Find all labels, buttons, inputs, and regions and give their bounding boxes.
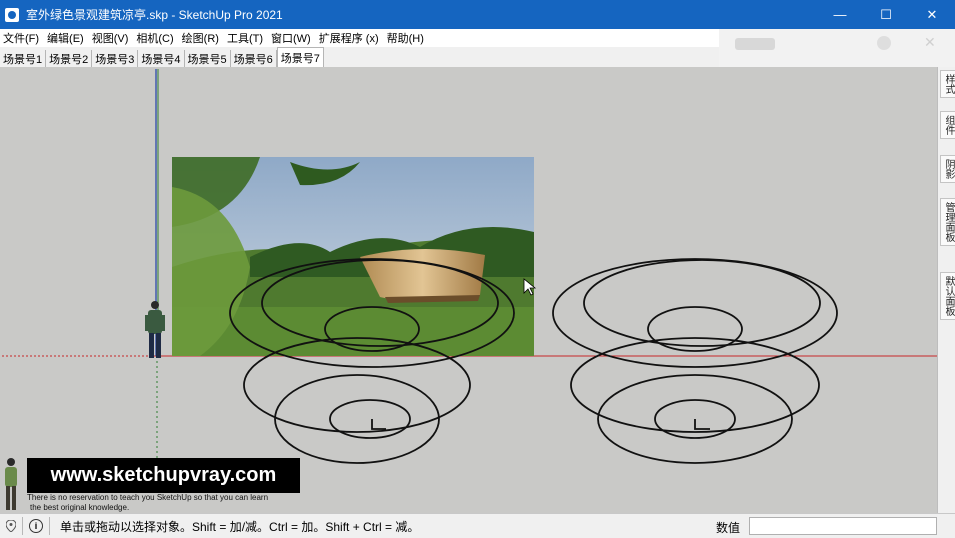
- location-pin-icon: [6, 520, 16, 532]
- window-controls: — ☐ ✕: [817, 0, 955, 29]
- scene-tab-1[interactable]: 场景号1: [0, 50, 47, 67]
- menu-tools[interactable]: 工具(T): [224, 30, 268, 46]
- floating-toolbar-ghost: ✕: [719, 29, 955, 67]
- sketchup-logo-icon: [5, 7, 19, 22]
- tray-tab-styles[interactable]: 样式: [940, 70, 955, 98]
- instructor-button[interactable]: i: [23, 519, 49, 533]
- scene-tab-6[interactable]: 场景号6: [230, 50, 277, 67]
- ghost-close-icon: ✕: [924, 34, 936, 50]
- default-tray: 样式 组件 阴影 管理面板 默认面板: [937, 67, 955, 513]
- scene-tab-bar: 场景号1 场景号2 场景号3 场景号4 场景号5 场景号6 场景号7: [0, 47, 719, 67]
- info-icon: i: [29, 519, 43, 533]
- maximize-button[interactable]: ☐: [863, 0, 909, 29]
- watermark-line-1: There is no reservation to teach you Ske…: [27, 493, 269, 502]
- menu-window[interactable]: 窗口(W): [268, 30, 316, 46]
- minimize-button[interactable]: —: [817, 0, 863, 29]
- watermark-url: www.sketchupvray.com: [27, 458, 300, 493]
- spiral-drawing-right[interactable]: [552, 258, 838, 464]
- scene-tab-2[interactable]: 场景号2: [46, 50, 93, 67]
- menu-help[interactable]: 帮助(H): [384, 30, 429, 46]
- menu-extensions[interactable]: 扩展程序 (x): [316, 30, 384, 46]
- menu-view[interactable]: 视图(V): [89, 30, 134, 46]
- tray-tab-default[interactable]: 默认面板: [940, 272, 955, 320]
- scene-tab-4[interactable]: 场景号4: [138, 50, 185, 67]
- scene-tab-7[interactable]: 场景号7: [276, 47, 324, 67]
- scene-tab-3[interactable]: 场景号3: [92, 50, 139, 67]
- tray-tab-components[interactable]: 组件: [940, 111, 955, 139]
- menu-file[interactable]: 文件(F): [0, 30, 44, 46]
- viewport-canvas[interactable]: [0, 67, 937, 513]
- watermark-figure: [5, 458, 17, 510]
- ghost-dot-icon: [877, 36, 891, 50]
- scene-tab-5[interactable]: 场景号5: [184, 50, 231, 67]
- tray-tab-manage[interactable]: 管理面板: [940, 198, 955, 246]
- window-title: 室外绿色景观建筑凉亭.skp - SketchUp Pro 2021: [26, 8, 283, 22]
- geo-location-icon[interactable]: [0, 520, 22, 532]
- ghost-pill: [735, 38, 775, 50]
- menu-draw[interactable]: 绘图(R): [179, 30, 224, 46]
- measurements-label: 数值: [716, 521, 741, 535]
- scale-figure[interactable]: [145, 301, 165, 358]
- watermark-tagline: There is no reservation to teach you Ske…: [27, 493, 317, 513]
- tray-tab-shadows[interactable]: 阴影: [940, 155, 955, 183]
- status-hint: 单击或拖动以选择对象。Shift = 加/减。Ctrl = 加。Shift + …: [60, 519, 420, 534]
- close-button[interactable]: ✕: [909, 0, 955, 29]
- menu-edit[interactable]: 编辑(E): [44, 30, 89, 46]
- menu-camera[interactable]: 相机(C): [133, 30, 178, 46]
- measurements-input[interactable]: [749, 517, 937, 535]
- modeling-viewport[interactable]: [0, 67, 937, 513]
- watermark-line-2: the best original knowledge.: [30, 503, 130, 512]
- status-bar: i 单击或拖动以选择对象。Shift = 加/减。Ctrl = 加。Shift …: [0, 513, 955, 538]
- title-bar: 室外绿色景观建筑凉亭.skp - SketchUp Pro 2021 — ☐ ✕: [0, 0, 955, 29]
